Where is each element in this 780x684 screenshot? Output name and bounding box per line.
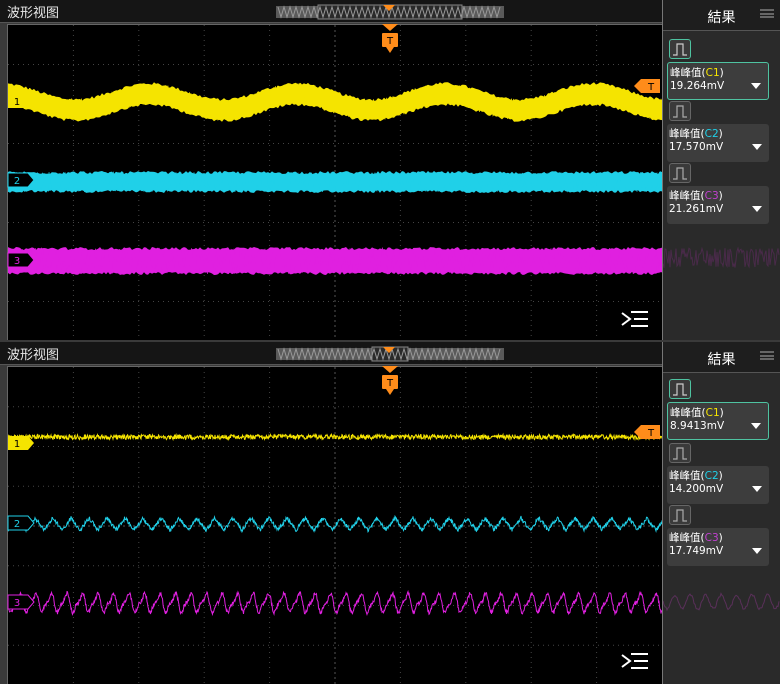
memory-overview-bar[interactable]: [0, 342, 662, 364]
memory-overview-bar[interactable]: [0, 0, 662, 22]
dropdown-arrow-icon[interactable]: [752, 548, 762, 554]
pulse-measure-icon: [669, 505, 691, 525]
waveform-canvas: [8, 367, 662, 684]
dropdown-arrow-icon[interactable]: [752, 144, 762, 150]
waveform-view: 波形视图 T T 1 2 3: [0, 342, 663, 684]
graticule: [8, 367, 662, 684]
pulse-measure-icon: [669, 443, 691, 463]
result-value: 17.570mV: [669, 141, 724, 153]
results-menu-icon[interactable]: [760, 351, 774, 360]
result-item-c3[interactable]: 峰峰值(C3) 17.749mV: [667, 505, 769, 566]
result-name: 峰峰值(C3): [669, 190, 723, 202]
result-value: 17.749mV: [669, 545, 724, 557]
waveform-view: 波形视图 T T 1 2 3: [0, 0, 663, 340]
result-item-c2[interactable]: 峰峰值(C2) 17.570mV: [667, 101, 769, 162]
result-value: 14.200mV: [669, 483, 724, 495]
dropdown-arrow-icon[interactable]: [752, 486, 762, 492]
dropdown-arrow-icon[interactable]: [751, 423, 761, 429]
result-item-c1[interactable]: 峰峰值(C1) 19.264mV: [667, 39, 769, 100]
channel-1-trace: [8, 432, 662, 442]
results-sidebar: 結果 峰峰值(C1) 8.9413mV 峰峰值(C2) 14.200mV 峰峰值…: [662, 342, 780, 684]
pulse-measure-icon: [669, 379, 691, 399]
results-header: 結果: [663, 342, 780, 373]
result-item-c2[interactable]: 峰峰值(C2) 14.200mV: [667, 443, 769, 504]
result-name: 峰峰值(C1): [670, 407, 724, 419]
waveform-canvas: [8, 25, 662, 340]
scope-screen[interactable]: [7, 24, 663, 340]
pulse-measure-icon: [669, 101, 691, 121]
result-item-c3[interactable]: 峰峰值(C3) 21.261mV: [667, 163, 769, 224]
pulse-measure-icon: [669, 39, 691, 59]
result-value: 8.9413mV: [670, 420, 725, 432]
waveform-view-titlebar: 波形视图: [0, 0, 662, 23]
results-menu-icon[interactable]: [760, 9, 774, 18]
bottom-scope-panel: 波形视图 T T 1 2 3 結果 峰峰值(C1) 8.9413mV 峰峰值(C…: [0, 342, 780, 684]
dropdown-arrow-icon[interactable]: [751, 83, 761, 89]
results-sidebar: 結果 峰峰值(C1) 19.264mV 峰峰值(C2) 17.570mV 峰峰值…: [662, 0, 780, 340]
scope-screen[interactable]: [7, 366, 663, 684]
result-name: 峰峰值(C1): [670, 67, 724, 79]
waveform-view-titlebar: 波形视图: [0, 342, 662, 365]
results-header: 結果: [663, 0, 780, 31]
result-item-c1[interactable]: 峰峰值(C1) 8.9413mV: [667, 379, 769, 440]
result-name: 峰峰值(C3): [669, 532, 723, 544]
result-value: 19.264mV: [670, 80, 725, 92]
result-name: 峰峰值(C2): [669, 470, 723, 482]
dropdown-arrow-icon[interactable]: [752, 206, 762, 212]
result-value: 21.261mV: [669, 203, 724, 215]
pulse-measure-icon: [669, 163, 691, 183]
top-scope-panel: 波形视图 T T 1 2 3 結果 峰峰值(C1) 19.264mV 峰峰值(C…: [0, 0, 780, 340]
result-name: 峰峰值(C2): [669, 128, 723, 140]
